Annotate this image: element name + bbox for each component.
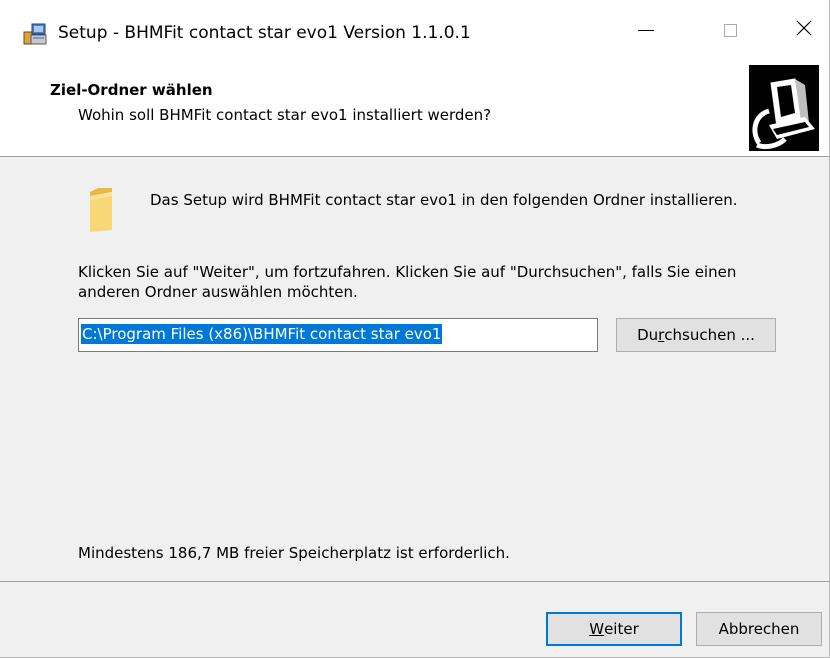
footer-divider: [0, 581, 829, 582]
instruction-text: Klicken Sie auf "Weiter", um fortzufahre…: [78, 263, 737, 301]
intro-text: Das Setup wird BHMFit contact star evo1 …: [150, 191, 738, 209]
browse-label-pre: Du: [637, 326, 659, 344]
computer-install-icon: [749, 65, 819, 151]
folder-icon: [88, 186, 114, 234]
cancel-button[interactable]: Abbrechen: [696, 612, 822, 646]
setup-window: Setup - BHMFit contact star evo1 Version…: [0, 0, 830, 658]
page-subtitle: Wohin soll BHMFit contact star evo1 inst…: [78, 106, 492, 124]
page-title: Ziel-Ordner wählen: [50, 81, 213, 99]
next-button[interactable]: Weiter: [546, 612, 682, 646]
next-label-accel: W: [589, 620, 605, 638]
maximize-button[interactable]: [702, 0, 758, 60]
next-label-post: eiter: [604, 620, 639, 638]
wizard-header: Ziel-Ordner wählen Wohin soll BHMFit con…: [0, 60, 829, 157]
destination-path-value: C:\Program Files (x86)\BHMFit contact st…: [81, 324, 443, 344]
setup-app-icon: [22, 22, 48, 46]
minimize-button[interactable]: [618, 0, 674, 60]
close-icon: [796, 20, 812, 40]
destination-path-input[interactable]: C:\Program Files (x86)\BHMFit contact st…: [78, 318, 598, 352]
browse-button[interactable]: Du r chsuchen ...: [616, 318, 776, 352]
title-bar[interactable]: Setup - BHMFit contact star evo1 Version…: [0, 0, 829, 60]
browse-label-post: chsuchen ...: [664, 326, 755, 344]
window-title: Setup - BHMFit contact star evo1 Version…: [58, 23, 471, 43]
maximize-icon: [723, 23, 737, 37]
disk-space-text: Mindestens 186,7 MB freier Speicherplatz…: [78, 544, 510, 562]
minimize-icon: [638, 29, 654, 31]
close-button[interactable]: [776, 0, 829, 60]
